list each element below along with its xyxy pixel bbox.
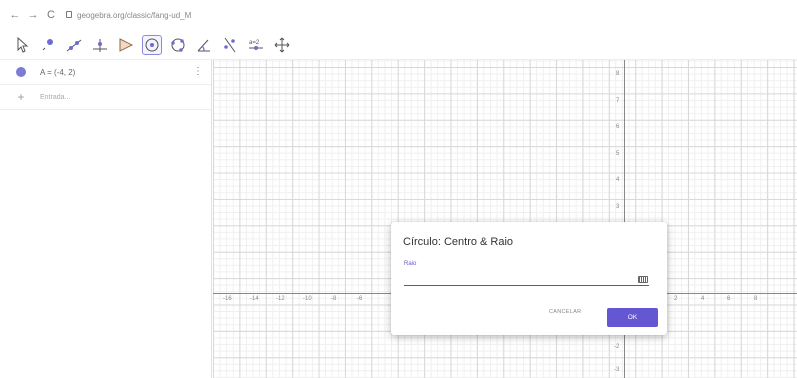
visibility-toggle-icon[interactable] — [16, 67, 26, 77]
x-tick-label: 6 — [727, 296, 731, 302]
circle-through-points-tool-icon[interactable] — [168, 35, 188, 55]
algebra-row[interactable]: A = (-4, 2) — [0, 60, 211, 85]
x-tick-label: 4 — [701, 296, 705, 302]
algebra-input[interactable]: Entrada... — [40, 94, 70, 101]
perpendicular-line-tool-icon[interactable] — [90, 35, 110, 55]
circle-center-radius-dialog: Círculo: Centro & Raio Raio CANCELAR OK — [391, 222, 667, 335]
url-text: geogebra.org/classic/fang-ud_M — [77, 10, 192, 20]
reload-icon[interactable]: C — [44, 8, 58, 22]
ok-button[interactable]: OK — [607, 308, 658, 327]
slider-tool-icon[interactable]: a=2 — [246, 35, 266, 55]
x-tick-label: -16 — [223, 296, 232, 302]
forward-icon[interactable]: → — [26, 8, 40, 22]
radius-field-label: Raio — [404, 261, 417, 267]
y-tick-label: 7 — [616, 98, 620, 104]
circle-center-radius-tool-icon[interactable] — [142, 34, 162, 55]
angle-tool-icon[interactable] — [194, 35, 214, 55]
x-tick-label: -10 — [303, 296, 312, 302]
y-tick-label: -3 — [614, 367, 620, 373]
move-graphics-view-tool-icon[interactable] — [272, 35, 292, 55]
algebra-view: A = (-4, 2) + Entrada... ⋮ — [0, 60, 212, 378]
svg-text:a=2: a=2 — [249, 40, 260, 46]
reflect-tool-icon[interactable] — [220, 35, 240, 55]
y-tick-label: -2 — [614, 344, 620, 350]
x-tick-label: -12 — [276, 296, 285, 302]
y-tick-label: 5 — [616, 151, 620, 157]
radius-input[interactable] — [404, 270, 649, 286]
lock-icon — [66, 10, 72, 18]
cancel-button[interactable]: CANCELAR — [549, 309, 581, 315]
dialog-title: Círculo: Centro & Raio — [403, 236, 514, 248]
x-tick-label: 2 — [674, 296, 678, 302]
y-tick-label: 8 — [616, 71, 620, 77]
move-tool-icon[interactable] — [12, 35, 32, 55]
y-tick-label: 4 — [616, 177, 620, 183]
point-tool-icon[interactable] — [38, 35, 58, 55]
keyboard-icon[interactable] — [638, 276, 648, 283]
browser-bar: ← → C geogebra.org/classic/fang-ud_M — [0, 0, 797, 30]
x-tick-label: 8 — [754, 296, 758, 302]
algebra-row-text: A = (-4, 2) — [40, 67, 76, 77]
x-tick-label: -6 — [357, 296, 363, 302]
x-tick-label: -14 — [250, 296, 259, 302]
toolbar: a=2 — [0, 30, 797, 60]
address-bar[interactable]: geogebra.org/classic/fang-ud_M — [66, 10, 192, 20]
back-icon[interactable]: ← — [8, 8, 22, 22]
more-vert-icon[interactable]: ⋮ — [193, 66, 203, 77]
y-tick-label: 6 — [616, 124, 620, 130]
y-tick-label: 3 — [616, 204, 620, 210]
plus-icon[interactable]: + — [16, 90, 26, 104]
algebra-input-row[interactable]: + Entrada... — [0, 85, 211, 110]
x-tick-label: -8 — [331, 296, 337, 302]
line-tool-icon[interactable] — [64, 35, 84, 55]
polygon-tool-icon[interactable] — [116, 35, 136, 55]
